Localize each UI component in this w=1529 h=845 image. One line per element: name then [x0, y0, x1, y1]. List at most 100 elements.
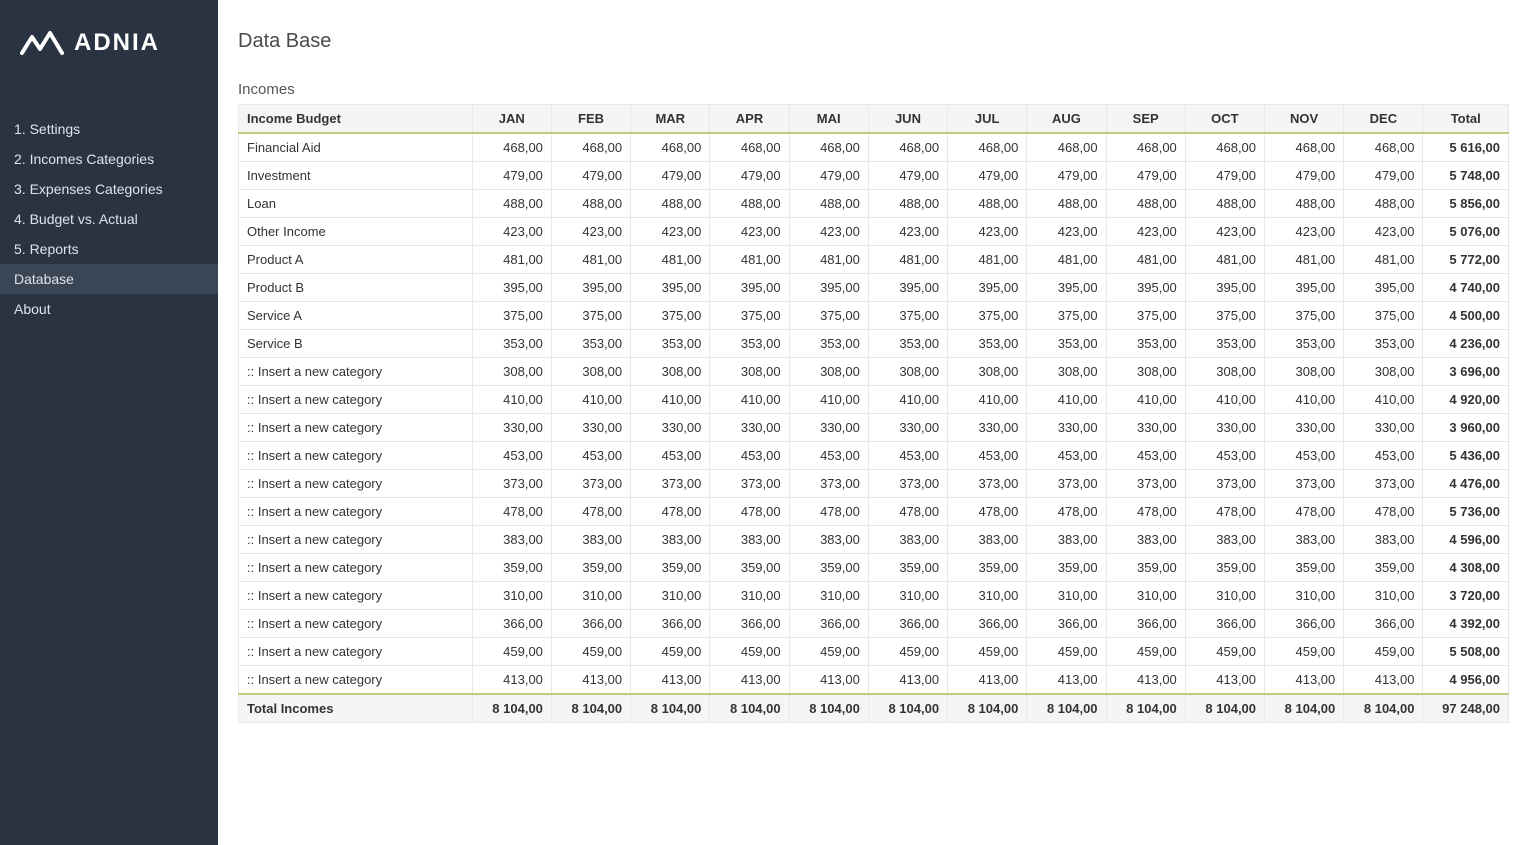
- cell-value[interactable]: 481,00: [1185, 246, 1264, 274]
- row-label[interactable]: :: Insert a new category: [239, 498, 473, 526]
- cell-value[interactable]: 423,00: [631, 218, 710, 246]
- cell-value[interactable]: 481,00: [631, 246, 710, 274]
- cell-value[interactable]: 468,00: [631, 133, 710, 162]
- cell-value[interactable]: 310,00: [789, 582, 868, 610]
- sidebar-item-0[interactable]: 1. Settings: [0, 114, 218, 144]
- cell-value[interactable]: 488,00: [1027, 190, 1106, 218]
- cell-value[interactable]: 423,00: [710, 218, 789, 246]
- cell-value[interactable]: 413,00: [1106, 666, 1185, 695]
- row-label[interactable]: Service B: [239, 330, 473, 358]
- cell-value[interactable]: 481,00: [1344, 246, 1423, 274]
- sidebar-item-4[interactable]: 5. Reports: [0, 234, 218, 264]
- cell-value[interactable]: 459,00: [472, 638, 551, 666]
- cell-value[interactable]: 410,00: [1344, 386, 1423, 414]
- cell-value[interactable]: 459,00: [1265, 638, 1344, 666]
- cell-value[interactable]: 459,00: [1106, 638, 1185, 666]
- cell-value[interactable]: 383,00: [631, 526, 710, 554]
- cell-value[interactable]: 330,00: [1027, 414, 1106, 442]
- cell-value[interactable]: 373,00: [551, 470, 630, 498]
- cell-value[interactable]: 413,00: [551, 666, 630, 695]
- cell-value[interactable]: 373,00: [631, 470, 710, 498]
- cell-value[interactable]: 459,00: [631, 638, 710, 666]
- cell-value[interactable]: 330,00: [1344, 414, 1423, 442]
- row-label[interactable]: :: Insert a new category: [239, 386, 473, 414]
- row-label[interactable]: :: Insert a new category: [239, 414, 473, 442]
- cell-value[interactable]: 453,00: [710, 442, 789, 470]
- cell-value[interactable]: 481,00: [1265, 246, 1344, 274]
- cell-value[interactable]: 308,00: [1265, 358, 1344, 386]
- cell-value[interactable]: 375,00: [1265, 302, 1344, 330]
- cell-value[interactable]: 383,00: [472, 526, 551, 554]
- cell-value[interactable]: 468,00: [1027, 133, 1106, 162]
- row-label[interactable]: :: Insert a new category: [239, 470, 473, 498]
- cell-value[interactable]: 459,00: [1185, 638, 1264, 666]
- cell-value[interactable]: 410,00: [1027, 386, 1106, 414]
- cell-value[interactable]: 308,00: [631, 358, 710, 386]
- cell-value[interactable]: 459,00: [868, 638, 947, 666]
- cell-value[interactable]: 481,00: [551, 246, 630, 274]
- cell-value[interactable]: 423,00: [1106, 218, 1185, 246]
- cell-value[interactable]: 308,00: [868, 358, 947, 386]
- cell-value[interactable]: 479,00: [868, 162, 947, 190]
- cell-value[interactable]: 453,00: [1106, 442, 1185, 470]
- cell-value[interactable]: 375,00: [710, 302, 789, 330]
- cell-value[interactable]: 488,00: [551, 190, 630, 218]
- cell-value[interactable]: 310,00: [631, 582, 710, 610]
- cell-value[interactable]: 478,00: [1027, 498, 1106, 526]
- cell-value[interactable]: 395,00: [948, 274, 1027, 302]
- cell-value[interactable]: 373,00: [868, 470, 947, 498]
- row-label[interactable]: Investment: [239, 162, 473, 190]
- cell-value[interactable]: 375,00: [1344, 302, 1423, 330]
- cell-value[interactable]: 453,00: [1265, 442, 1344, 470]
- cell-value[interactable]: 479,00: [789, 162, 868, 190]
- cell-value[interactable]: 413,00: [1344, 666, 1423, 695]
- cell-value[interactable]: 481,00: [472, 246, 551, 274]
- cell-value[interactable]: 410,00: [1185, 386, 1264, 414]
- cell-value[interactable]: 359,00: [1185, 554, 1264, 582]
- row-label[interactable]: :: Insert a new category: [239, 442, 473, 470]
- cell-value[interactable]: 413,00: [1185, 666, 1264, 695]
- cell-value[interactable]: 366,00: [868, 610, 947, 638]
- cell-value[interactable]: 359,00: [1027, 554, 1106, 582]
- cell-value[interactable]: 366,00: [1265, 610, 1344, 638]
- cell-value[interactable]: 373,00: [472, 470, 551, 498]
- cell-value[interactable]: 353,00: [948, 330, 1027, 358]
- row-label[interactable]: :: Insert a new category: [239, 610, 473, 638]
- cell-value[interactable]: 479,00: [1185, 162, 1264, 190]
- cell-value[interactable]: 373,00: [789, 470, 868, 498]
- cell-value[interactable]: 410,00: [1265, 386, 1344, 414]
- cell-value[interactable]: 481,00: [789, 246, 868, 274]
- cell-value[interactable]: 359,00: [551, 554, 630, 582]
- cell-value[interactable]: 359,00: [948, 554, 1027, 582]
- cell-value[interactable]: 383,00: [868, 526, 947, 554]
- cell-value[interactable]: 410,00: [1106, 386, 1185, 414]
- cell-value[interactable]: 488,00: [1265, 190, 1344, 218]
- row-label[interactable]: :: Insert a new category: [239, 582, 473, 610]
- cell-value[interactable]: 413,00: [472, 666, 551, 695]
- cell-value[interactable]: 353,00: [1106, 330, 1185, 358]
- cell-value[interactable]: 459,00: [789, 638, 868, 666]
- cell-value[interactable]: 468,00: [710, 133, 789, 162]
- cell-value[interactable]: 330,00: [551, 414, 630, 442]
- cell-value[interactable]: 468,00: [551, 133, 630, 162]
- cell-value[interactable]: 310,00: [868, 582, 947, 610]
- cell-value[interactable]: 453,00: [868, 442, 947, 470]
- cell-value[interactable]: 478,00: [472, 498, 551, 526]
- cell-value[interactable]: 375,00: [551, 302, 630, 330]
- cell-value[interactable]: 353,00: [631, 330, 710, 358]
- row-label[interactable]: Product A: [239, 246, 473, 274]
- cell-value[interactable]: 423,00: [1344, 218, 1423, 246]
- cell-value[interactable]: 359,00: [710, 554, 789, 582]
- cell-value[interactable]: 353,00: [551, 330, 630, 358]
- cell-value[interactable]: 330,00: [472, 414, 551, 442]
- cell-value[interactable]: 410,00: [631, 386, 710, 414]
- cell-value[interactable]: 468,00: [1106, 133, 1185, 162]
- row-label[interactable]: Product B: [239, 274, 473, 302]
- cell-value[interactable]: 410,00: [472, 386, 551, 414]
- cell-value[interactable]: 308,00: [1106, 358, 1185, 386]
- cell-value[interactable]: 481,00: [868, 246, 947, 274]
- row-label[interactable]: :: Insert a new category: [239, 526, 473, 554]
- cell-value[interactable]: 488,00: [789, 190, 868, 218]
- row-label[interactable]: :: Insert a new category: [239, 358, 473, 386]
- cell-value[interactable]: 413,00: [710, 666, 789, 695]
